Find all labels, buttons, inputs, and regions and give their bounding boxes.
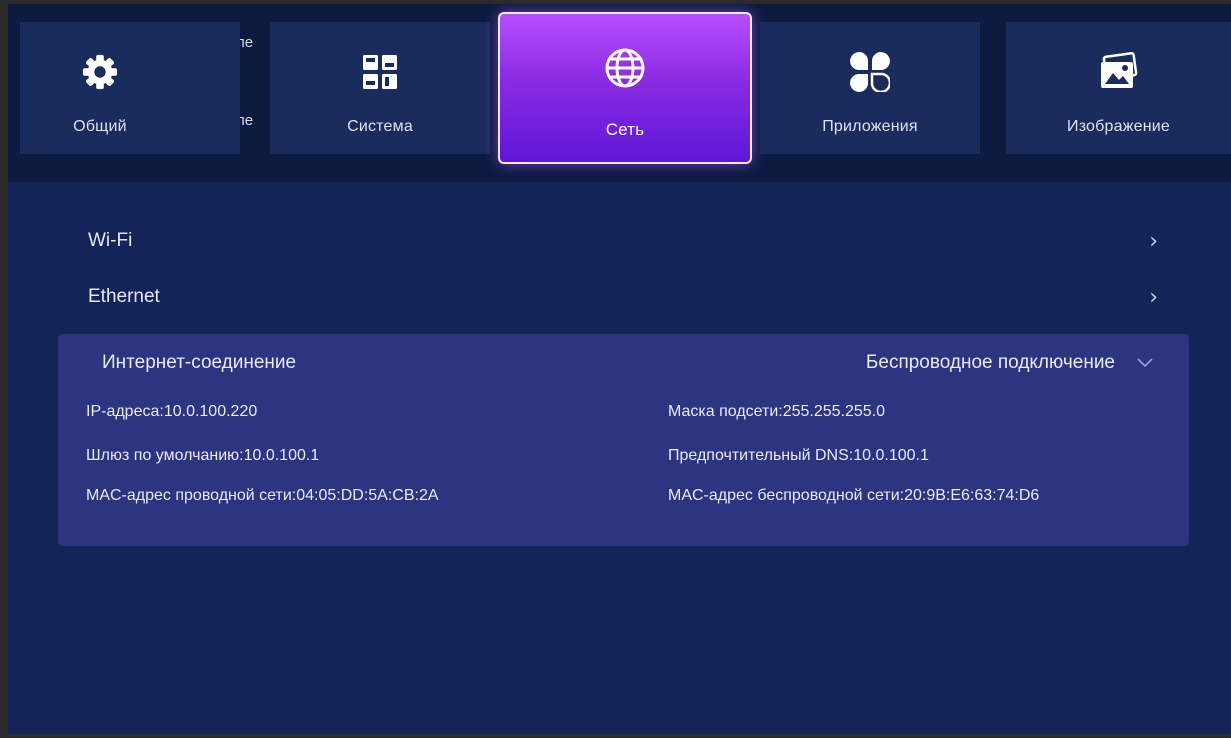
wifi-label: Wi-Fi xyxy=(88,230,133,251)
dns-text: Предпочтительный DNS:10.0.100.1 xyxy=(668,447,929,464)
tab-general-label: Общий xyxy=(73,118,127,135)
connection-type-value: Беспроводное подключение xyxy=(865,352,1115,373)
grid-icon xyxy=(362,50,398,94)
internet-connection-label: Интернет-соединение xyxy=(102,352,297,373)
wifi-item[interactable]: Wi-Fi › xyxy=(88,226,1158,256)
mac-wired-text: MAC-адрес проводной сети:04:05:DD:5A:CB:… xyxy=(86,487,439,504)
tab-apps[interactable]: Приложения xyxy=(760,22,980,154)
network-settings-panel: Wi-Fi › Ethernet › Интернет-соединение Б… xyxy=(8,182,1231,734)
subnet-mask-text: Маска подсети:255.255.255.0 xyxy=(668,403,886,420)
picture-icon xyxy=(1098,50,1140,94)
tab-network[interactable]: Сеть xyxy=(498,12,752,164)
chevron-down-icon xyxy=(1137,358,1153,368)
gateway-text: Шлюз по умолчанию:10.0.100.1 xyxy=(86,447,320,464)
apps-icon xyxy=(850,50,890,94)
mac-wireless-text: MAC-адрес беспроводной сети:20:9B:E6:63:… xyxy=(668,487,1040,504)
ethernet-item[interactable]: Ethernet › xyxy=(88,282,1158,312)
tab-picture[interactable]: Изображение xyxy=(1006,22,1231,154)
tab-system[interactable]: Система xyxy=(270,22,490,154)
tab-apps-label: Приложения xyxy=(822,118,918,135)
chevron-right-icon: › xyxy=(1149,228,1158,254)
ethernet-label: Ethernet xyxy=(88,286,160,307)
tab-system-label: Система xyxy=(347,118,413,135)
tab-picture-label: Изображение xyxy=(1067,118,1170,135)
tab-general[interactable]: Общий xyxy=(20,22,240,154)
globe-icon xyxy=(604,46,646,90)
tv-settings-screen: ле ле Общий Система Сеть Приложения Изоб… xyxy=(8,4,1231,734)
tab-network-label: Сеть xyxy=(605,120,645,139)
ip-address-text: IP-адреса:10.0.100.220 xyxy=(86,403,258,420)
gear-icon xyxy=(81,50,119,94)
chevron-right-icon: › xyxy=(1149,284,1158,310)
internet-connection-dropdown[interactable]: Интернет-соединение Беспроводное подключ… xyxy=(102,348,1153,378)
internet-connection-section: Интернет-соединение Беспроводное подключ… xyxy=(58,334,1189,546)
